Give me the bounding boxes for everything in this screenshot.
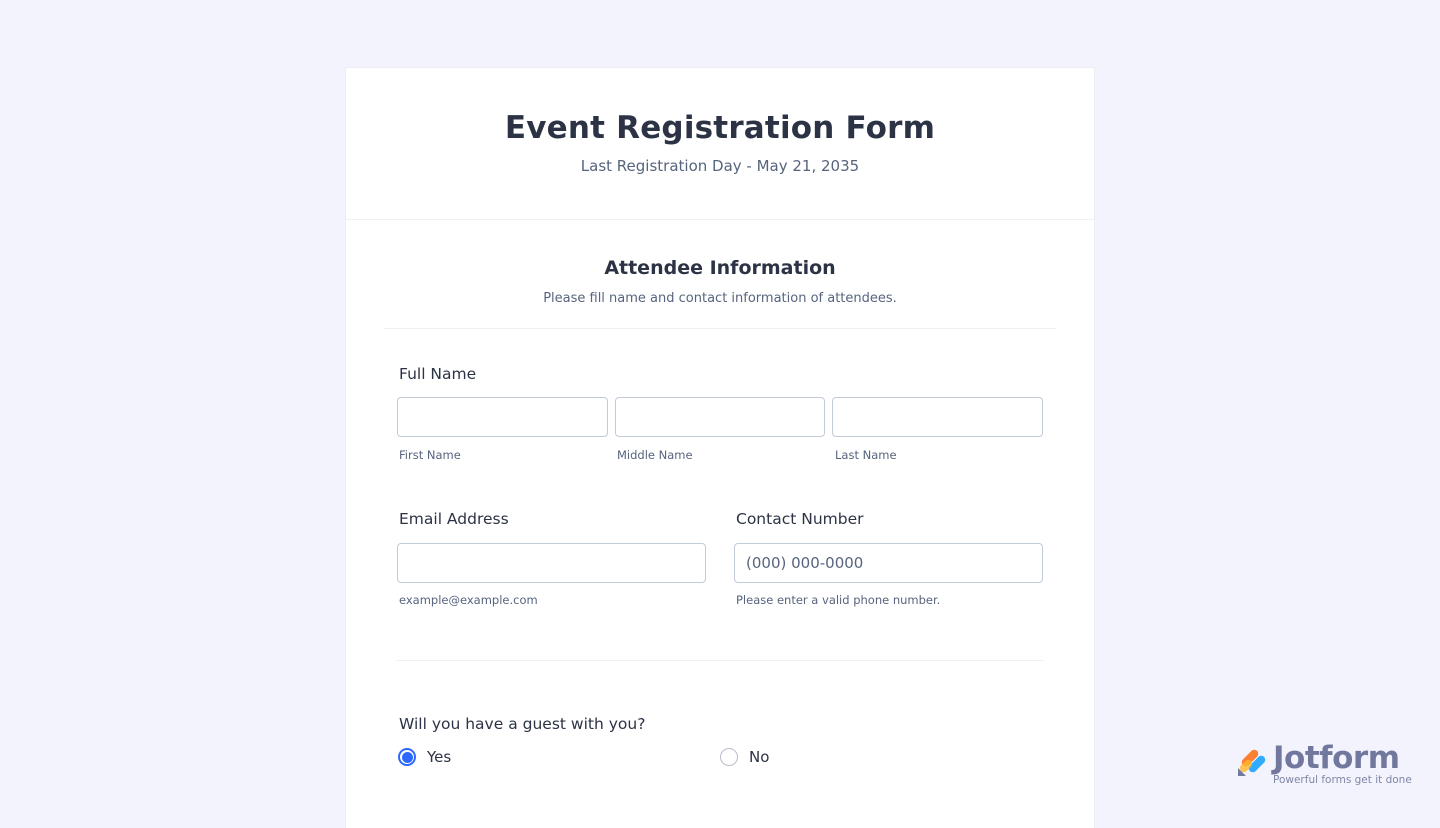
email-label: Email Address xyxy=(399,510,509,528)
middle-name-sublabel: Middle Name xyxy=(617,448,693,462)
field-divider xyxy=(397,660,1043,661)
first-name-sublabel: First Name xyxy=(399,448,461,462)
email-input[interactable] xyxy=(397,543,706,583)
jotform-logo-icon xyxy=(1238,749,1266,776)
full-name-label: Full Name xyxy=(399,365,477,383)
jotform-tagline: Powerful forms get it done xyxy=(1273,774,1412,786)
guest-yes-label: Yes xyxy=(427,748,452,766)
email-sublabel: example@example.com xyxy=(399,593,538,607)
section-divider xyxy=(384,328,1056,329)
form-title: Event Registration Form xyxy=(504,110,936,146)
first-name-input[interactable] xyxy=(397,397,608,437)
radio-unchecked-icon[interactable] xyxy=(720,748,738,766)
contact-number-input[interactable] xyxy=(734,543,1043,583)
middle-name-input[interactable] xyxy=(615,397,825,437)
contact-number-label: Contact Number xyxy=(736,510,864,528)
jotform-wordmark: Jotform xyxy=(1273,740,1400,776)
form-subtitle: Last Registration Day - May 21, 2035 xyxy=(580,157,860,175)
form-card: Event Registration Form Last Registratio… xyxy=(346,68,1094,828)
last-name-sublabel: Last Name xyxy=(835,448,897,462)
guest-question-label: Will you have a guest with you? xyxy=(399,715,646,733)
guest-yes-option[interactable]: Yes xyxy=(398,748,451,766)
form-header: Event Registration Form Last Registratio… xyxy=(346,68,1094,220)
guest-no-label: No xyxy=(749,748,770,766)
radio-checked-icon[interactable] xyxy=(398,748,416,766)
jotform-badge[interactable]: Jotform Powerful forms get it done xyxy=(1236,740,1412,790)
last-name-input[interactable] xyxy=(832,397,1043,437)
guest-no-option[interactable]: No xyxy=(720,748,769,766)
contact-number-sublabel: Please enter a valid phone number. xyxy=(736,593,941,607)
section-description: Please fill name and contact information… xyxy=(543,291,897,306)
section-title: Attendee Information xyxy=(604,257,836,279)
